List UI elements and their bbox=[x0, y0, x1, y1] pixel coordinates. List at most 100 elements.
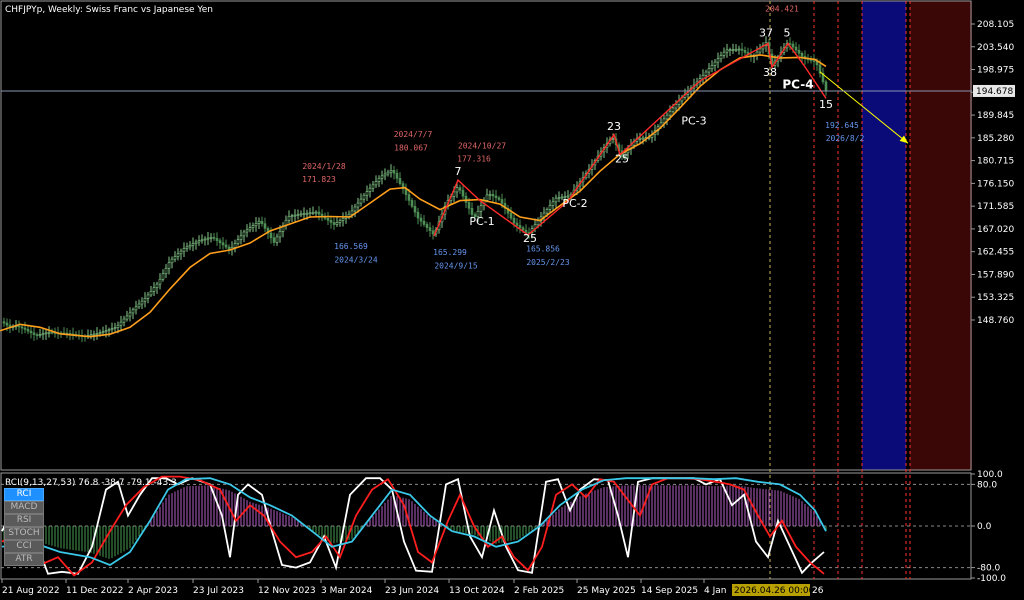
indicator-button-atr[interactable]: ATR bbox=[4, 553, 44, 566]
price-annotation: 192.645 bbox=[825, 121, 859, 130]
candle-body bbox=[488, 193, 492, 196]
candle-body bbox=[221, 242, 225, 246]
time-tick-label: 14 Sep 2025 bbox=[641, 586, 698, 596]
time-tick-label: 11 Dec 2022 bbox=[66, 586, 124, 596]
candle-body bbox=[170, 258, 174, 264]
candle-body bbox=[398, 178, 402, 184]
candle-body bbox=[479, 205, 483, 212]
price-annotation: 177.316 bbox=[457, 155, 491, 164]
indicator-button-rci[interactable]: RCI bbox=[4, 488, 44, 501]
candle-body bbox=[194, 241, 198, 244]
candle-body bbox=[131, 309, 135, 314]
indicator-tick-label: -80.0 bbox=[977, 564, 1001, 574]
candle-body bbox=[335, 222, 339, 225]
candle-body bbox=[461, 189, 465, 197]
candle-body bbox=[206, 237, 210, 240]
candle-body bbox=[233, 243, 237, 248]
price-annotation: 2026/8/2 bbox=[826, 134, 865, 143]
indicator-button-macd[interactable]: MACD bbox=[4, 501, 44, 514]
wave-label: 5 bbox=[784, 26, 791, 39]
candle-body bbox=[122, 318, 126, 323]
candle-body bbox=[296, 214, 300, 216]
candle-body bbox=[494, 195, 498, 199]
candle-body bbox=[20, 326, 24, 329]
candle-body bbox=[113, 327, 117, 329]
candle-body bbox=[464, 195, 468, 203]
price-annotation: 165.856 bbox=[526, 244, 560, 253]
candle-body bbox=[239, 235, 243, 241]
price-tick-label: 153.325 bbox=[977, 293, 1014, 303]
candle-body bbox=[260, 220, 264, 224]
candle-body bbox=[557, 197, 561, 199]
candle-body bbox=[497, 197, 501, 200]
candle-body bbox=[662, 118, 666, 124]
candle-body bbox=[356, 202, 360, 208]
time-tick-label: 23 Jun 2024 bbox=[385, 586, 439, 596]
candle-body bbox=[737, 48, 741, 51]
candle-body bbox=[368, 187, 372, 192]
candle-body bbox=[713, 61, 717, 66]
price-annotation: 2024/7/7 bbox=[394, 130, 433, 139]
candle-body bbox=[392, 169, 396, 174]
indicator-tick-label: 0.0 bbox=[977, 522, 992, 532]
price-tick-label: 157.890 bbox=[977, 270, 1014, 280]
price-tick-label: 208.105 bbox=[977, 20, 1014, 30]
candle-body bbox=[365, 191, 369, 196]
candle-body bbox=[704, 71, 708, 76]
candle-body bbox=[179, 250, 183, 255]
candle-body bbox=[317, 211, 321, 215]
price-annotation: 180.067 bbox=[394, 144, 428, 153]
candle-body bbox=[665, 114, 669, 120]
wave-label: 15 bbox=[819, 98, 833, 111]
shaded-zones bbox=[862, 1, 972, 470]
candle-body bbox=[98, 332, 102, 335]
candle-body bbox=[353, 206, 357, 212]
candle-body bbox=[107, 329, 111, 331]
indicator-button-rsi[interactable]: RSI bbox=[4, 514, 44, 527]
candle-body bbox=[611, 138, 615, 141]
price-tick-label: 162.455 bbox=[977, 248, 1014, 258]
candle-body bbox=[263, 223, 267, 229]
price-annotation: 2025/2/23 bbox=[526, 258, 570, 267]
candle-body bbox=[278, 231, 282, 238]
wave-label: 23 bbox=[607, 120, 621, 133]
candle-body bbox=[551, 201, 555, 206]
candle-body bbox=[164, 267, 168, 275]
time-cut-label: 26 bbox=[812, 586, 824, 596]
candle-body bbox=[248, 227, 252, 231]
price-tick-label: 171.585 bbox=[977, 202, 1014, 212]
candle-body bbox=[140, 300, 144, 305]
candle-body bbox=[2, 321, 6, 324]
candle-body bbox=[26, 329, 30, 332]
candle-body bbox=[137, 303, 141, 308]
candle-body bbox=[32, 332, 36, 335]
candle-body bbox=[554, 197, 558, 203]
candle-body bbox=[272, 237, 276, 243]
wave-label: 37 bbox=[759, 26, 773, 39]
candle-body bbox=[212, 236, 216, 239]
candle-body bbox=[431, 230, 435, 235]
candle-body bbox=[125, 315, 129, 320]
candle-body bbox=[302, 213, 306, 215]
price-annotation: 165.299 bbox=[433, 248, 467, 257]
candle-body bbox=[275, 236, 279, 243]
indicator-tick-label: -100.0 bbox=[977, 574, 1006, 584]
candle-body bbox=[257, 220, 261, 224]
shaded-zone bbox=[910, 1, 972, 470]
candle-body bbox=[395, 172, 399, 179]
candle-body bbox=[719, 55, 723, 60]
candle-body bbox=[338, 220, 342, 223]
candle-body bbox=[89, 334, 93, 337]
indicator-button-stoch[interactable]: STOCH bbox=[4, 527, 44, 540]
shaded-zone bbox=[862, 1, 906, 470]
candle-body bbox=[41, 333, 45, 336]
candle-body bbox=[23, 327, 27, 330]
price-tick-label: 180.715 bbox=[977, 157, 1014, 167]
candle-body bbox=[509, 212, 513, 219]
candle-body bbox=[374, 181, 378, 186]
candle-body bbox=[119, 321, 123, 326]
indicator-button-cci[interactable]: CCI bbox=[4, 540, 44, 553]
candle-body bbox=[743, 50, 747, 53]
time-tick-label: 23 Jul 2023 bbox=[193, 586, 244, 596]
candle-body bbox=[215, 238, 219, 241]
